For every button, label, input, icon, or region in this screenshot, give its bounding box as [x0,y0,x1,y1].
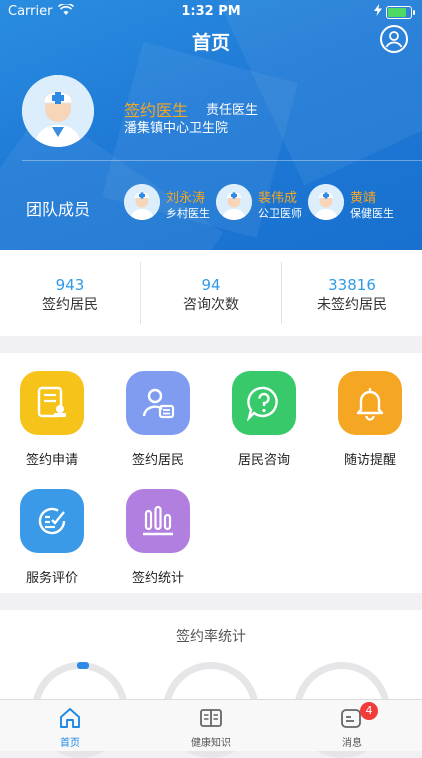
tab-label: 消息 [342,738,362,749]
unread-badge: 4 [360,702,378,720]
stat-consultations[interactable]: 94 咨询次数 [141,250,281,336]
rate-ring-progress [77,662,89,669]
tab-label: 健康知识 [191,738,231,749]
stat-value: 33816 [328,276,376,294]
stat-label: 未签约居民 [317,297,387,313]
doctor-hospital: 潘集镇中心卫生院 [124,121,229,136]
stat-label: 咨询次数 [183,297,239,313]
member-role: 保健医生 [350,207,394,220]
tab-health-knowledge[interactable]: 健康知识 [141,700,281,751]
stats-panel: 943 签约居民 94 咨询次数 33816 未签约居民 [0,250,422,336]
document-stamp-icon [20,371,84,435]
member-name: 刘永涛 [166,191,206,206]
question-chat-icon [232,371,296,435]
stat-label: 签约居民 [42,297,98,313]
profile-button[interactable] [380,25,408,53]
stat-unsigned-residents[interactable]: 33816 未签约居民 [282,250,422,336]
header-banner: Carrier 1:32 PM 首页 签约医生 责任医生 潘集镇中心卫生院 团队… [0,0,422,250]
person-card-icon [126,371,190,435]
checklist-icon [20,489,84,553]
member-avatar [124,184,160,220]
feature-service-rating[interactable]: 服务评价 [2,471,102,586]
bell-icon [338,371,402,435]
feature-sign-apply[interactable]: 签约申请 [2,353,102,468]
feature-label: 服务评价 [25,571,78,586]
feature-consult[interactable]: 居民咨询 [214,353,314,468]
member-avatar [216,184,252,220]
status-bar: Carrier 1:32 PM [0,0,422,24]
battery-icon [386,6,415,19]
stat-value: 943 [55,276,85,294]
tab-bar: 首页 健康知识 4 消息 [0,699,422,751]
feature-label: 签约统计 [131,571,184,586]
feature-label: 随访提醒 [343,453,396,468]
header-divider [22,160,422,161]
member-avatar [308,184,344,220]
stat-signed-residents[interactable]: 943 签约居民 [0,250,140,336]
tab-home[interactable]: 首页 [0,700,140,751]
stat-value: 94 [201,276,221,294]
member-name: 裴伟成 [258,191,298,206]
feature-label: 签约申请 [25,453,78,468]
status-time: 1:32 PM [181,4,241,19]
feature-followup-reminder[interactable]: 随访提醒 [320,353,420,468]
doctor-avatar [22,75,94,147]
feature-label: 居民咨询 [237,453,290,468]
member-role: 乡村医生 [166,207,210,220]
user-icon [385,31,403,48]
member-role: 公卫医师 [258,207,302,220]
book-icon [199,706,223,730]
doctor-role: 责任医生 [206,103,259,118]
team-label: 团队成员 [26,200,91,219]
tab-label: 首页 [60,738,80,749]
home-icon [58,706,82,730]
feature-sign-stats[interactable]: 签约统计 [108,471,208,586]
tab-messages[interactable]: 4 消息 [282,700,422,751]
section-title: 签约率统计 [176,629,246,645]
feature-signed-residents[interactable]: 签约居民 [108,353,208,468]
charging-icon [374,4,382,20]
feature-grid: 签约申请 签约居民 居民咨询 随访提醒 服务评价 签约统计 [0,353,422,593]
feature-label: 签约居民 [131,453,184,468]
member-name: 黄靖 [350,191,377,206]
bar-stats-icon [126,489,190,553]
page-title: 首页 [191,32,230,54]
